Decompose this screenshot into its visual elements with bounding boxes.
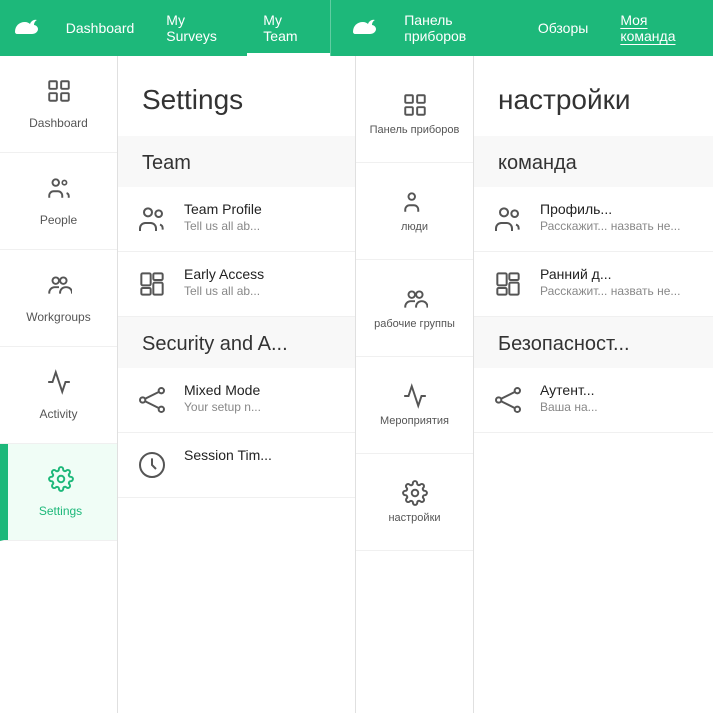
russian-profile-name: Профиль... — [540, 201, 697, 217]
nav-panel[interactable]: Панель приборов — [388, 0, 522, 56]
russian-item-profile[interactable]: Профиль... Расскажит... назвать не... — [474, 187, 713, 252]
russian-title: настройки — [474, 56, 713, 136]
russian-security-section: Безопасност... — [474, 317, 713, 368]
sidebar-item-dashboard[interactable]: Dashboard — [0, 56, 117, 153]
russian-item-auth[interactable]: Аутент... Ваша на... — [474, 368, 713, 433]
team-profile-icon — [134, 201, 170, 237]
settings-item-early-access[interactable]: Early Access Tell us all ab... — [118, 252, 355, 317]
team-section-title: Team — [118, 136, 355, 187]
session-name: Session Tim... — [184, 447, 339, 463]
main-content: Settings Team Team Profile Tell us all a… — [118, 56, 713, 713]
middle-nav-workgroups[interactable]: рабочие группы — [356, 260, 473, 357]
settings-item-session[interactable]: Session Tim... — [118, 433, 355, 498]
early-access-text: Early Access Tell us all ab... — [184, 266, 339, 298]
russian-item-early[interactable]: Ранний д... Расскажит... назвать не... — [474, 252, 713, 317]
security-section-title: Security and A... — [118, 317, 355, 368]
russian-auth-icon — [490, 382, 526, 418]
mixed-mode-name: Mixed Mode — [184, 382, 339, 398]
top-navigation: Dashboard My Surveys My Team Панель приб… — [0, 0, 713, 56]
early-access-name: Early Access — [184, 266, 339, 282]
russian-profile-text: Профиль... Расскажит... назвать не... — [540, 201, 697, 233]
russian-auth-text: Аутент... Ваша на... — [540, 382, 697, 414]
early-access-icon — [134, 266, 170, 302]
settings-panel: Settings Team Team Profile Tell us all a… — [118, 56, 356, 713]
sidebar-item-activity[interactable]: Activity — [0, 347, 117, 444]
sidebar-item-settings[interactable]: Settings — [0, 444, 117, 541]
settings-icon — [48, 466, 74, 498]
russian-team-section: команда — [474, 136, 713, 187]
russian-auth-desc: Ваша на... — [540, 400, 697, 414]
russian-early-icon — [490, 266, 526, 302]
logo — [0, 12, 50, 44]
russian-early-desc: Расскажит... назвать не... — [540, 284, 697, 298]
sidebar-item-people[interactable]: People — [0, 153, 117, 250]
mixed-mode-text: Mixed Mode Your setup n... — [184, 382, 339, 414]
session-icon — [134, 447, 170, 483]
people-icon — [46, 175, 72, 207]
session-text: Session Tim... — [184, 447, 339, 463]
team-profile-desc: Tell us all ab... — [184, 219, 339, 233]
settings-item-team-profile[interactable]: Team Profile Tell us all ab... — [118, 187, 355, 252]
mixed-mode-desc: Your setup n... — [184, 400, 339, 414]
left-sidebar: Dashboard People Workgroups Activity Set… — [0, 56, 118, 713]
middle-nav-activity[interactable]: Мероприятия — [356, 357, 473, 454]
middle-nav-people[interactable]: люди — [356, 163, 473, 260]
russian-auth-name: Аутент... — [540, 382, 697, 398]
russian-profile-icon — [490, 201, 526, 237]
logo2 — [338, 12, 388, 44]
middle-icon-nav: Панель приборов люди рабочие группы Меро… — [356, 56, 474, 713]
nav-my-surveys[interactable]: My Surveys — [150, 0, 247, 56]
nav-obzory[interactable]: Обзоры — [522, 0, 605, 56]
settings-title: Settings — [118, 56, 355, 136]
mixed-mode-icon — [134, 382, 170, 418]
russian-panel: настройки команда Профиль... Расскажит..… — [474, 56, 713, 713]
settings-item-mixed-mode[interactable]: Mixed Mode Your setup n... — [118, 368, 355, 433]
nav-moya-komanda[interactable]: Моя команда — [604, 0, 713, 56]
nav-dashboard[interactable]: Dashboard — [50, 0, 151, 56]
russian-early-text: Ранний д... Расскажит... назвать не... — [540, 266, 697, 298]
middle-nav-dashboard[interactable]: Панель приборов — [356, 66, 473, 163]
workgroups-icon — [46, 272, 72, 304]
nav-my-team[interactable]: My Team — [247, 0, 329, 56]
nav-divider — [330, 0, 331, 56]
team-profile-name: Team Profile — [184, 201, 339, 217]
early-access-desc: Tell us all ab... — [184, 284, 339, 298]
dashboard-icon — [46, 78, 72, 110]
russian-early-name: Ранний д... — [540, 266, 697, 282]
russian-profile-desc: Расскажит... назвать не... — [540, 219, 697, 233]
activity-icon — [46, 369, 72, 401]
middle-nav-settings[interactable]: настройки — [356, 454, 473, 551]
sidebar-item-workgroups[interactable]: Workgroups — [0, 250, 117, 347]
team-profile-text: Team Profile Tell us all ab... — [184, 201, 339, 233]
